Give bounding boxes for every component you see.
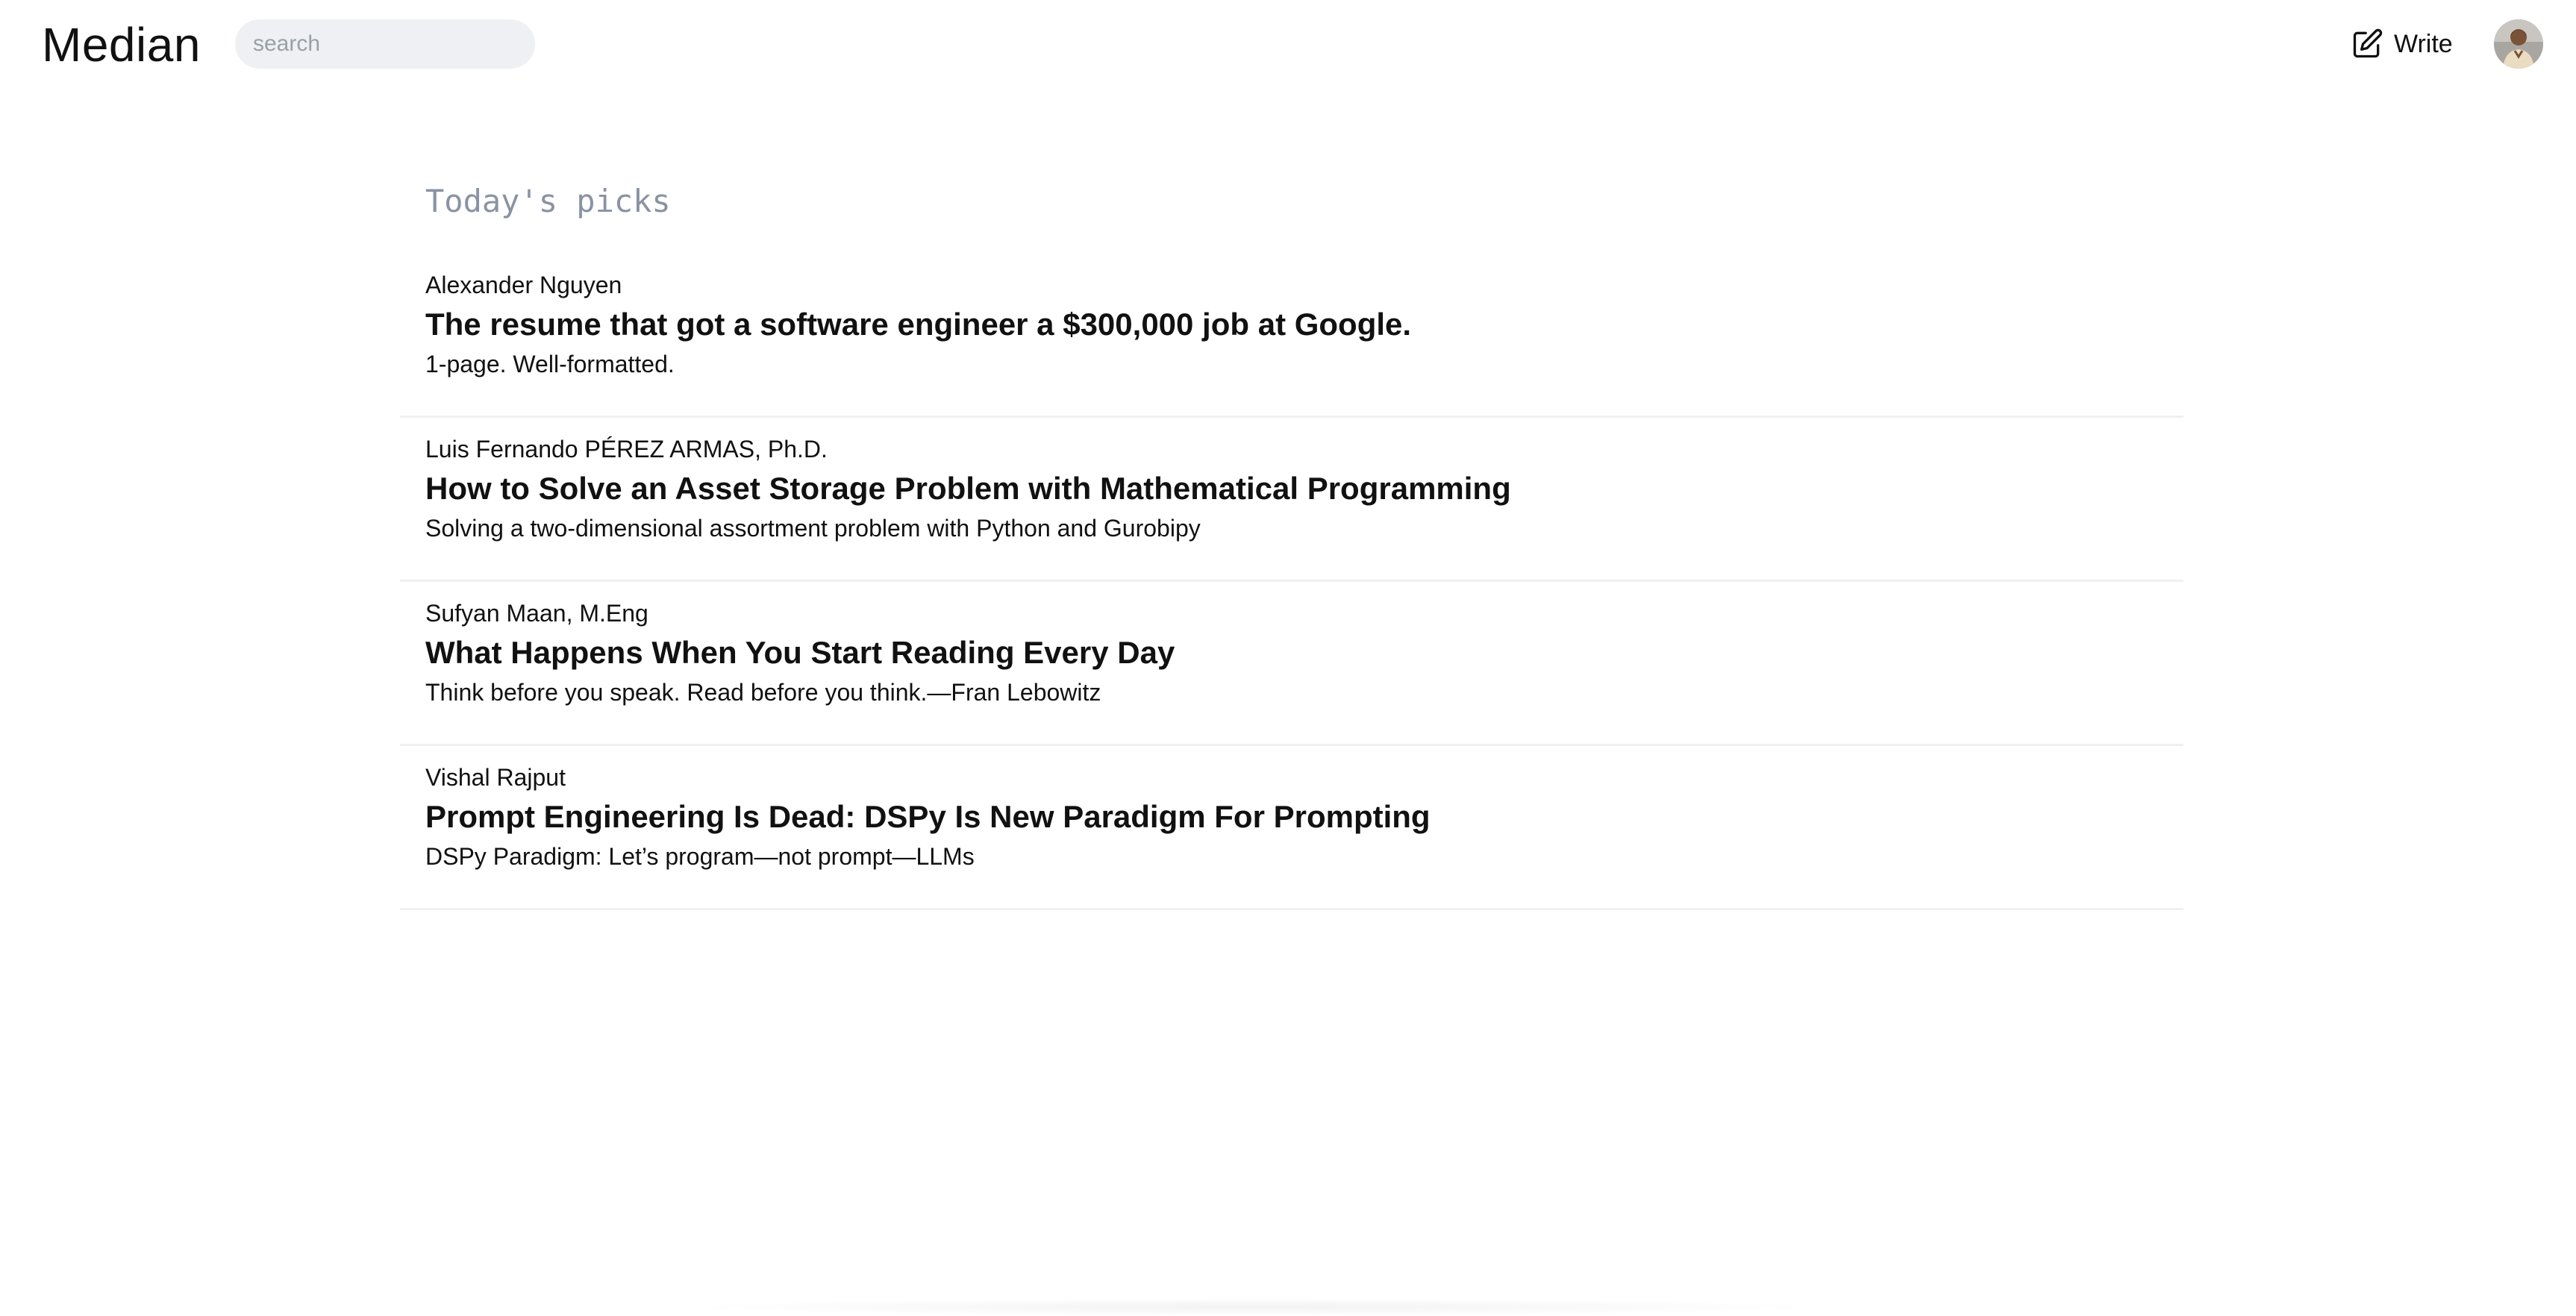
main-content: Today's picks Alexander Nguyen The resum…	[400, 179, 2183, 910]
post-subtitle: Solving a two-dimensional assortment pro…	[425, 515, 1201, 542]
post-title[interactable]: The resume that got a software engineer …	[425, 303, 2158, 346]
section-title: Today's picks	[425, 183, 671, 219]
post-author: Sufyan Maan, M.Eng	[425, 600, 648, 627]
post-subtitle: Think before you speak. Read before you …	[425, 679, 1101, 706]
post-subtitle: DSPy Paradigm: Let’s program—not prompt—…	[425, 843, 975, 870]
top-navbar: Median Write	[0, 0, 2576, 90]
post-item[interactable]: Sufyan Maan, M.Eng What Happens When You…	[400, 582, 2183, 746]
post-item[interactable]: Vishal Rajput Prompt Engineering Is Dead…	[400, 746, 2183, 910]
post-item[interactable]: Luis Fernando PÉREZ ARMAS, Ph.D. How to …	[400, 418, 2183, 582]
write-button[interactable]: Write	[2351, 25, 2453, 63]
post-author: Luis Fernando PÉREZ ARMAS, Ph.D.	[425, 436, 828, 463]
post-author: Alexander Nguyen	[425, 272, 622, 298]
post-subtitle: 1-page. Well-formatted.	[425, 351, 675, 377]
post-title[interactable]: How to Solve an Asset Storage Problem wi…	[425, 467, 2158, 510]
post-item[interactable]: Alexander Nguyen The resume that got a s…	[400, 254, 2183, 418]
post-list: Alexander Nguyen The resume that got a s…	[400, 254, 2183, 910]
write-label: Write	[2394, 30, 2453, 58]
user-avatar[interactable]	[2494, 19, 2543, 69]
search-input[interactable]	[235, 19, 535, 69]
post-title[interactable]: What Happens When You Start Reading Ever…	[425, 631, 2158, 674]
brand-logo[interactable]: Median	[42, 15, 201, 75]
post-title[interactable]: Prompt Engineering Is Dead: DSPy Is New …	[425, 795, 2158, 839]
post-author: Vishal Rajput	[425, 764, 566, 791]
bottom-shadow	[672, 1298, 1836, 1316]
pencil-square-icon	[2351, 28, 2383, 60]
